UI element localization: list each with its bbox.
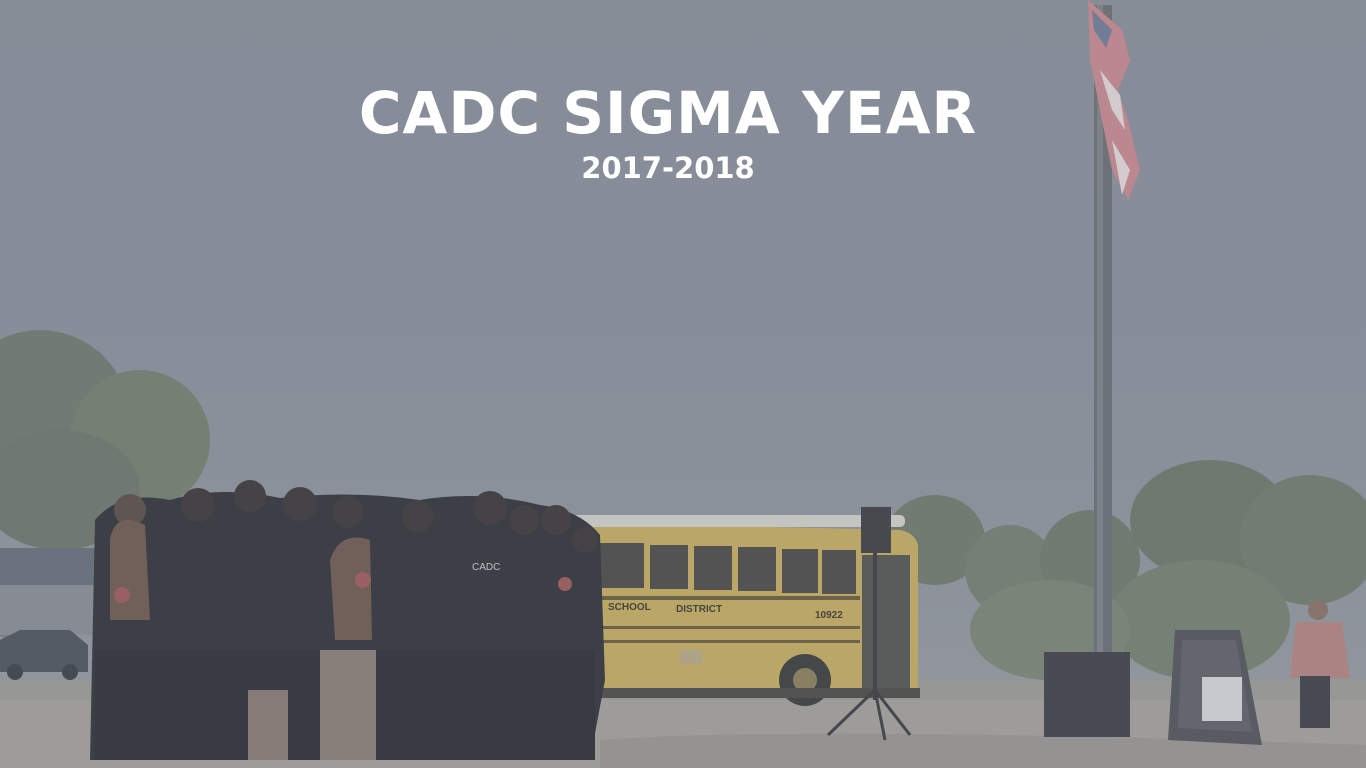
hero-subtitle: 2017-2018 xyxy=(581,151,755,185)
hero-title-group: CADC SIGMA YEAR 2017-2018 xyxy=(0,78,1336,186)
hero-title: CADC SIGMA YEAR xyxy=(358,79,978,147)
hero-banner: SCHOOL DISTRICT 10922 CADC CADC SIGMA YE… xyxy=(0,0,1366,768)
